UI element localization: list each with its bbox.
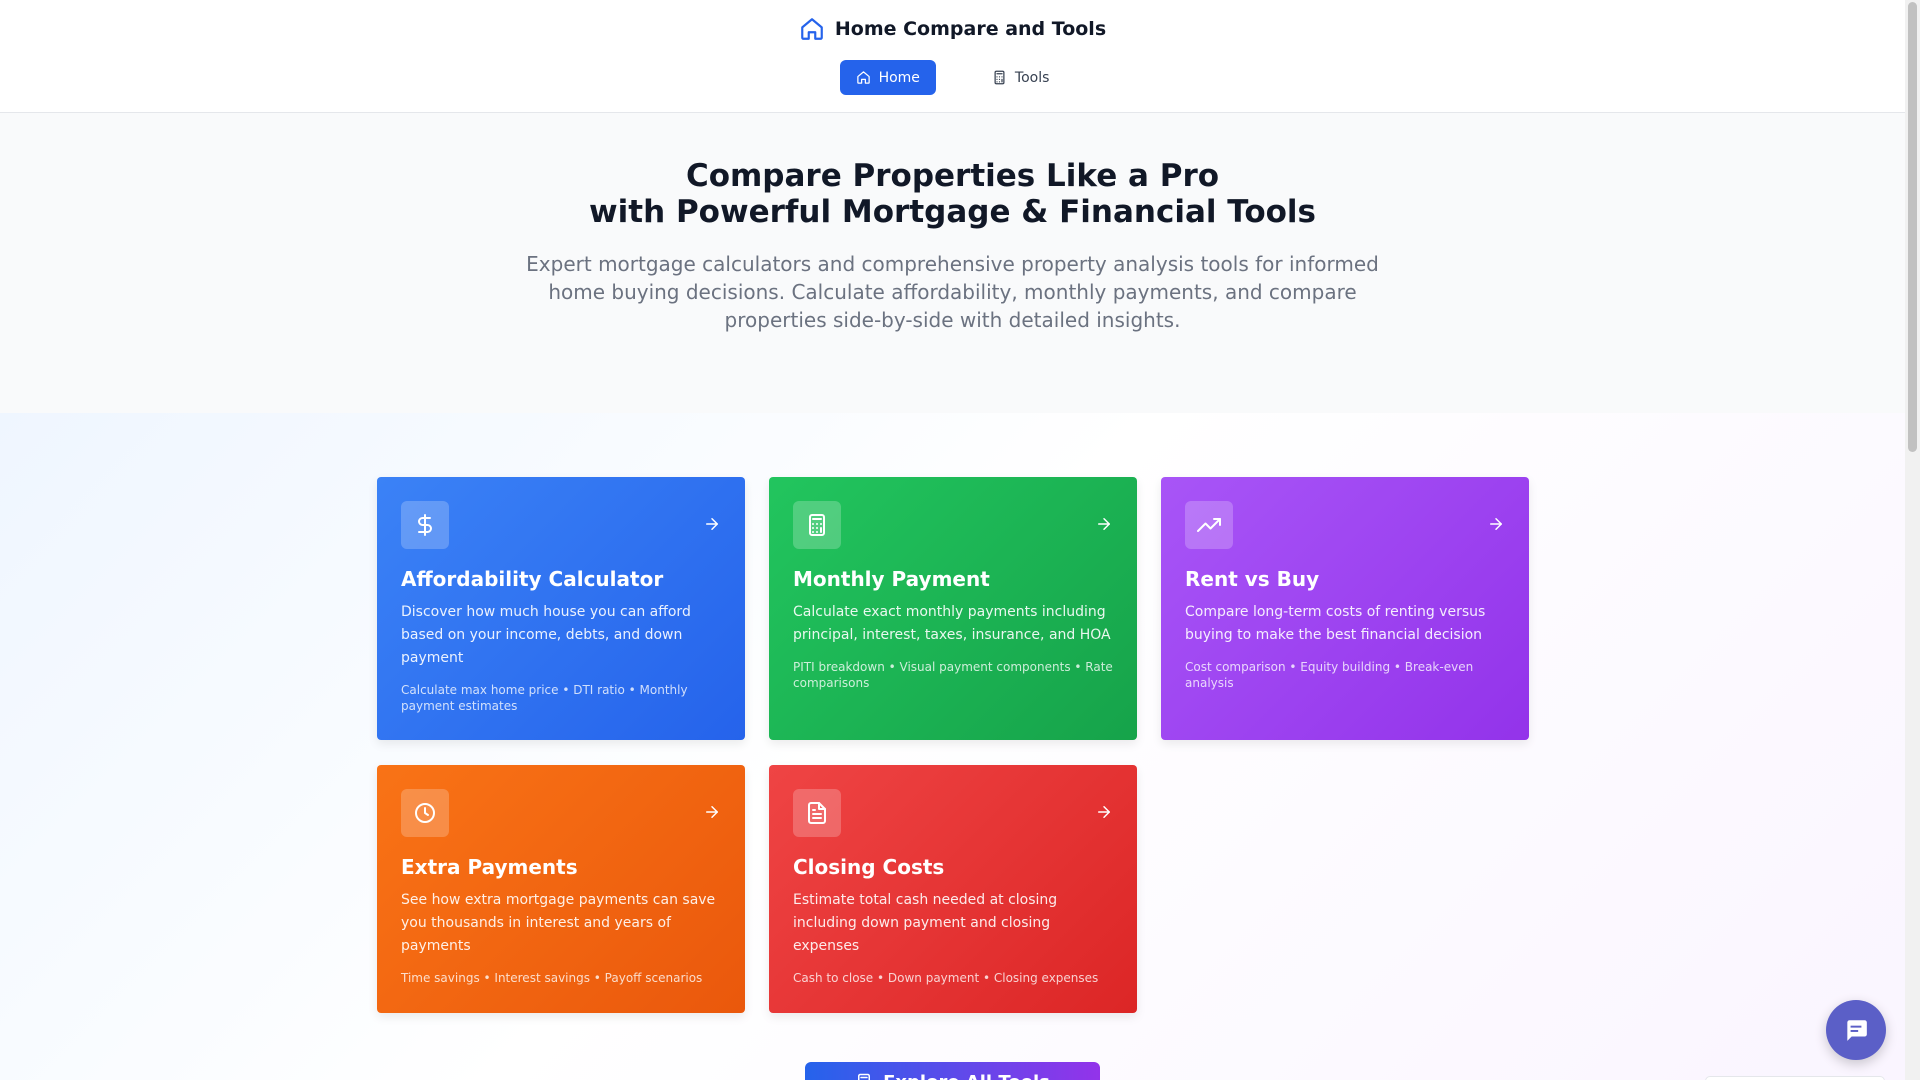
arrow-right-icon (1098, 806, 1110, 818)
brand-title: Home Compare and Tools (834, 18, 1107, 40)
hero-title-line2: with Powerful Mortgage & Financial Tools (589, 194, 1316, 230)
card-features: Time savings • Interest savings • Payoff… (401, 971, 703, 985)
hero-section: Compare Properties Like a Pro with Power… (0, 113, 1905, 413)
page-scrollbar[interactable] (1905, 0, 1920, 1080)
clock-icon (415, 803, 435, 823)
hero-title: Compare Properties Like a Pro with Power… (0, 158, 1905, 230)
arrow-right-icon (1490, 518, 1502, 530)
tool-card-affordability[interactable]: Affordability Calculator Discover how mu… (377, 477, 745, 740)
nav-tools[interactable]: Tools (976, 60, 1066, 95)
tool-card-rent-vs-buy[interactable]: Rent vs Buy Compare long-term costs of r… (1161, 477, 1529, 740)
card-icon-box (793, 501, 841, 549)
tool-card-extra-payments[interactable]: Extra Payments See how extra mortgage pa… (377, 765, 745, 1013)
nav-home[interactable]: Home (839, 60, 936, 95)
calculator-icon (994, 70, 1005, 85)
card-description: See how extra mortgage payments can save… (401, 892, 716, 954)
explore-all-tools-button[interactable]: Explore All Tools (805, 1062, 1100, 1080)
scrollbar-thumb[interactable] (1908, 2, 1917, 452)
home-icon (801, 18, 823, 40)
card-title: Affordability Calculator (401, 567, 664, 591)
nav-home-label: Home (878, 69, 920, 86)
brand[interactable]: Home Compare and Tools (0, 16, 1905, 42)
dollar-icon (418, 514, 432, 536)
card-features: PITI breakdown • Visual payment componen… (793, 660, 1113, 690)
card-title: Closing Costs (793, 855, 945, 879)
chat-popup (1705, 1076, 1885, 1080)
arrow-right-icon (706, 518, 718, 530)
card-icon-box (401, 501, 449, 549)
nav-tools-label: Tools (1014, 69, 1050, 86)
card-icon-box (1185, 501, 1233, 549)
hero-subtitle: Expert mortgage calculators and comprehe… (526, 252, 1379, 332)
card-title: Extra Payments (401, 855, 578, 879)
calculator-icon (809, 514, 825, 536)
arrow-right-icon (1098, 518, 1110, 530)
card-description: Compare long-term costs of renting versu… (1185, 604, 1486, 643)
card-title: Monthly Payment (793, 567, 990, 591)
chat-icon (1847, 1020, 1867, 1041)
tool-card-monthly-payment[interactable]: Monthly Payment Calculate exact monthly … (769, 477, 1137, 740)
site-header: Home Compare and Tools Home Tools (0, 0, 1905, 113)
explore-button-label: Explore All Tools (883, 1072, 1050, 1080)
card-description: Discover how much house you can afford b… (401, 604, 691, 666)
document-icon (808, 802, 826, 824)
main-nav: Home Tools (0, 60, 1905, 95)
calculator-icon (858, 1073, 871, 1080)
card-icon-box (401, 789, 449, 837)
tool-card-closing-costs[interactable]: Closing Costs Estimate total cash needed… (769, 765, 1137, 1013)
home-icon (856, 71, 870, 84)
card-title: Rent vs Buy (1185, 567, 1320, 591)
card-icon-box (793, 789, 841, 837)
card-description: Calculate exact monthly payments includi… (793, 604, 1111, 643)
card-features: Calculate max home price • DTI ratio • M… (401, 683, 688, 713)
card-features: Cost comparison • Equity building • Brea… (1185, 660, 1474, 690)
card-description: Estimate total cash needed at closing in… (793, 892, 1058, 954)
hero-title-line1: Compare Properties Like a Pro (685, 158, 1220, 194)
card-features: Cash to close • Down payment • Closing e… (793, 971, 1099, 985)
arrow-right-icon (706, 806, 718, 818)
chat-launcher-button[interactable] (1826, 1000, 1886, 1060)
trending-up-icon (1197, 518, 1221, 532)
